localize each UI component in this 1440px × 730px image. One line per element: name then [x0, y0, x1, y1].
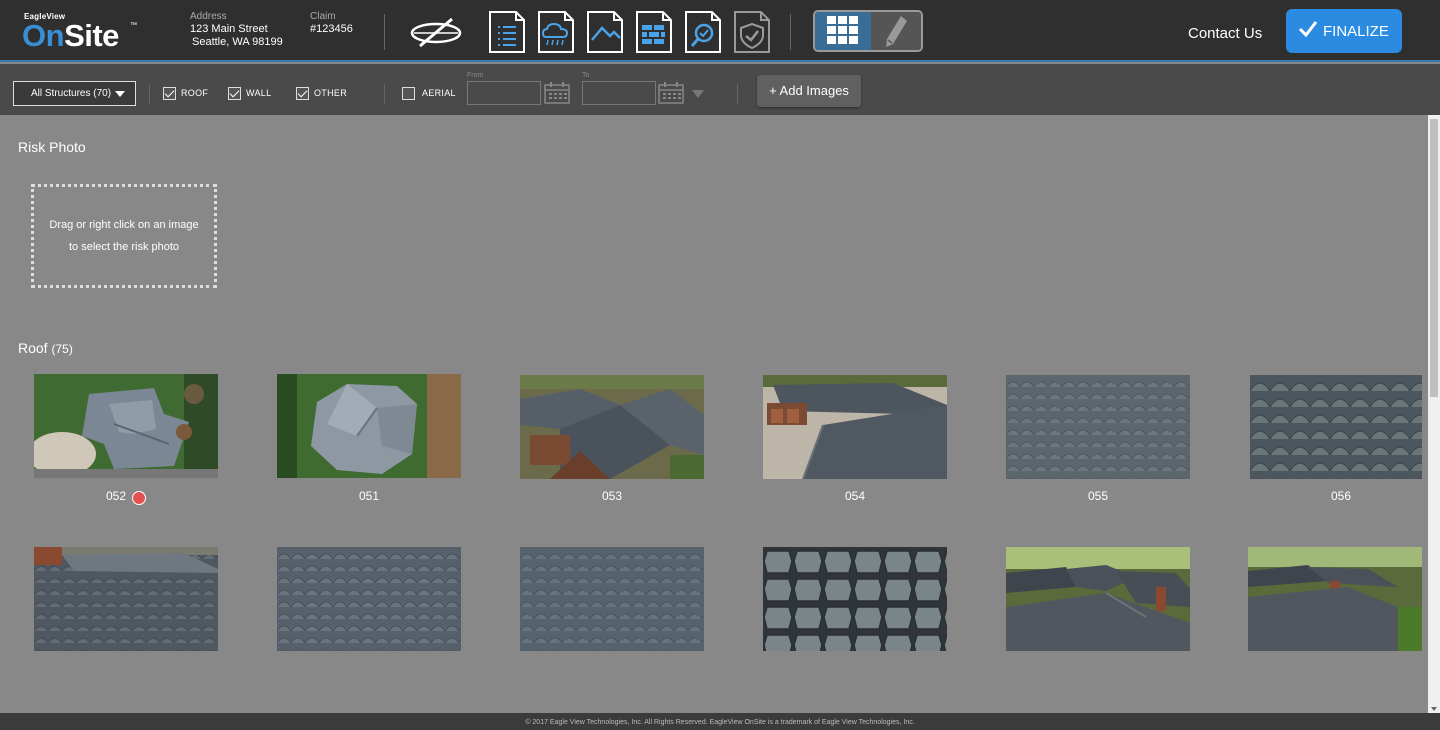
pencil-icon[interactable] — [871, 12, 921, 50]
shield-document-icon[interactable] — [733, 10, 771, 54]
footer-copyright: © 2017 Eagle View Technologies, Inc. All… — [0, 713, 1440, 730]
finalize-button[interactable]: FINALIZE — [1286, 9, 1402, 53]
address-block: Address 123 Main Street Seattle, WA 9819… — [190, 10, 283, 49]
address-label: Address — [190, 11, 227, 22]
thumbnail-label: 056 — [1330, 489, 1352, 503]
wall-checkbox-label: WALL — [246, 88, 272, 98]
from-date-input[interactable] — [467, 81, 541, 105]
risk-photo-indicator — [132, 491, 146, 505]
calendar-icon[interactable] — [544, 82, 570, 104]
roof-thumbnail[interactable] — [1006, 547, 1190, 651]
thumbnail-label: 053 — [601, 489, 623, 503]
header-divider — [384, 14, 385, 50]
other-checkbox-label: OTHER — [314, 88, 347, 98]
filter-bar: All Structures (70) ROOF WALL OTHER AERI… — [0, 64, 1440, 115]
roof-thumbnail[interactable] — [277, 547, 461, 651]
list-document-icon[interactable] — [488, 10, 526, 54]
weather-document-icon[interactable] — [537, 10, 575, 54]
roof-thumbnail[interactable] — [520, 547, 704, 651]
chevron-down-icon[interactable] — [692, 90, 704, 98]
aerial-checkbox[interactable] — [402, 87, 415, 100]
aerial-checkbox-label: AERIAL — [422, 88, 456, 98]
risk-photo-title: Risk Photo — [18, 139, 86, 155]
to-date-label: To — [582, 72, 590, 79]
logo-product: OnSite — [22, 18, 119, 53]
roof-thumbnail[interactable] — [1006, 375, 1190, 479]
thumbnail-label: 054 — [844, 489, 866, 503]
claim-block: Claim #123456 — [310, 10, 353, 36]
claim-label: Claim — [310, 11, 336, 22]
wall-document-icon[interactable] — [635, 10, 673, 54]
inspect-document-icon[interactable] — [684, 10, 722, 54]
chevron-down-icon — [115, 91, 125, 97]
grid-view-icon[interactable] — [815, 12, 871, 50]
dropzone-hint-line1: Drag or right click on an image — [49, 219, 199, 231]
add-images-button[interactable]: + Add Images — [757, 75, 861, 107]
other-checkbox[interactable] — [296, 87, 309, 100]
contact-us-link[interactable]: Contact Us — [1188, 25, 1262, 42]
onsite-logo: EagleView OnSite ™ — [22, 12, 137, 53]
top-header: EagleView OnSite ™ Address 123 Main Stre… — [0, 0, 1440, 62]
claim-value: #123456 — [310, 23, 353, 35]
roof-thumbnail[interactable] — [520, 375, 704, 479]
scrollbar-thumb[interactable] — [1430, 119, 1438, 397]
thumbnail-label: 051 — [358, 489, 380, 503]
roof-thumbnail[interactable] — [763, 375, 947, 479]
roof-thumbnail[interactable] — [34, 374, 218, 478]
roof-section-title: Roof (75) — [18, 340, 73, 356]
roof-thumbnail[interactable] — [1248, 547, 1422, 651]
roof-checkbox[interactable] — [163, 87, 176, 100]
address-line2: Seattle, WA 98199 — [192, 36, 283, 48]
address-line1: 123 Main Street — [190, 23, 268, 35]
calendar-icon[interactable] — [658, 82, 684, 104]
from-date-label: From — [467, 72, 484, 79]
thumbnail-label: 055 — [1087, 489, 1109, 503]
vertical-scrollbar[interactable] — [1428, 115, 1440, 713]
roof-thumbnail[interactable] — [277, 374, 461, 478]
dropzone-hint-line2: to select the risk photo — [68, 241, 180, 253]
finalize-label: FINALIZE — [1323, 23, 1389, 40]
filter-divider — [384, 84, 385, 104]
header-divider — [790, 14, 791, 50]
image-gallery: Risk Photo Drag or right click on an ima… — [0, 115, 1428, 713]
roof-checkbox-label: ROOF — [181, 88, 209, 98]
filter-divider — [149, 84, 150, 104]
roof-thumbnail[interactable] — [763, 547, 947, 651]
roof-document-icon[interactable] — [586, 10, 624, 54]
view-toggle — [813, 10, 923, 52]
wall-checkbox[interactable] — [228, 87, 241, 100]
filter-divider — [737, 84, 738, 104]
structure-select[interactable]: All Structures (70) — [13, 81, 136, 106]
compass-icon[interactable] — [408, 14, 464, 50]
to-date-input[interactable] — [582, 81, 656, 105]
scroll-down-arrow-icon[interactable] — [1431, 707, 1437, 711]
roof-thumbnail[interactable] — [1250, 375, 1422, 479]
roof-thumbnail[interactable] — [34, 547, 218, 651]
checkmark-icon — [1298, 19, 1318, 43]
risk-photo-dropzone[interactable]: Drag or right click on an image to selec… — [31, 184, 217, 288]
